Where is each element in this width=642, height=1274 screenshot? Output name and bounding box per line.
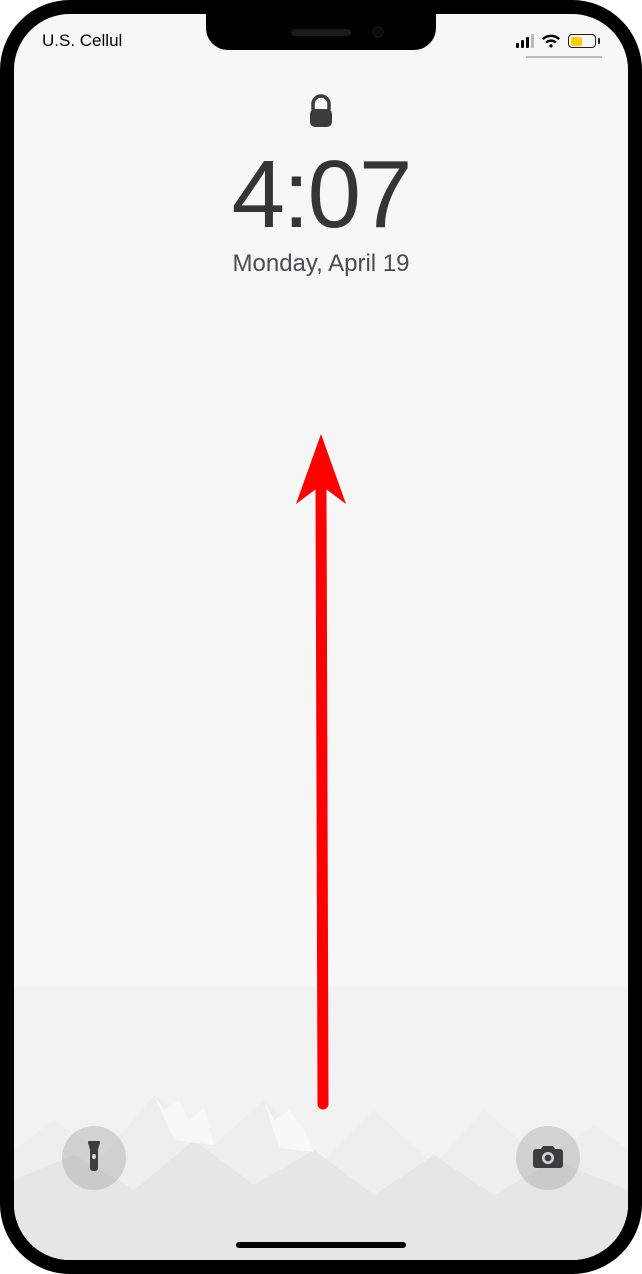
low-power-mode-underline bbox=[526, 56, 602, 58]
lock-icon bbox=[14, 94, 628, 135]
camera-button[interactable] bbox=[516, 1126, 580, 1190]
flashlight-button[interactable] bbox=[62, 1126, 126, 1190]
carrier-label: U.S. Cellul bbox=[42, 31, 192, 51]
status-right bbox=[516, 34, 600, 49]
clock-date: Monday, April 19 bbox=[14, 250, 628, 278]
notch bbox=[206, 14, 436, 50]
wifi-icon bbox=[541, 34, 561, 49]
lock-screen[interactable]: U.S. Cellul bbox=[14, 14, 628, 1260]
clock-time: 4:07 bbox=[14, 145, 628, 246]
earpiece-speaker bbox=[291, 29, 351, 36]
swipe-up-arrow-annotation bbox=[286, 434, 356, 1134]
battery-icon bbox=[568, 34, 600, 48]
home-indicator[interactable] bbox=[236, 1242, 406, 1248]
cellular-signal-icon bbox=[516, 34, 534, 48]
iphone-frame: U.S. Cellul bbox=[0, 0, 642, 1274]
front-camera bbox=[372, 26, 384, 38]
flashlight-icon bbox=[81, 1140, 107, 1177]
camera-icon bbox=[532, 1143, 564, 1174]
